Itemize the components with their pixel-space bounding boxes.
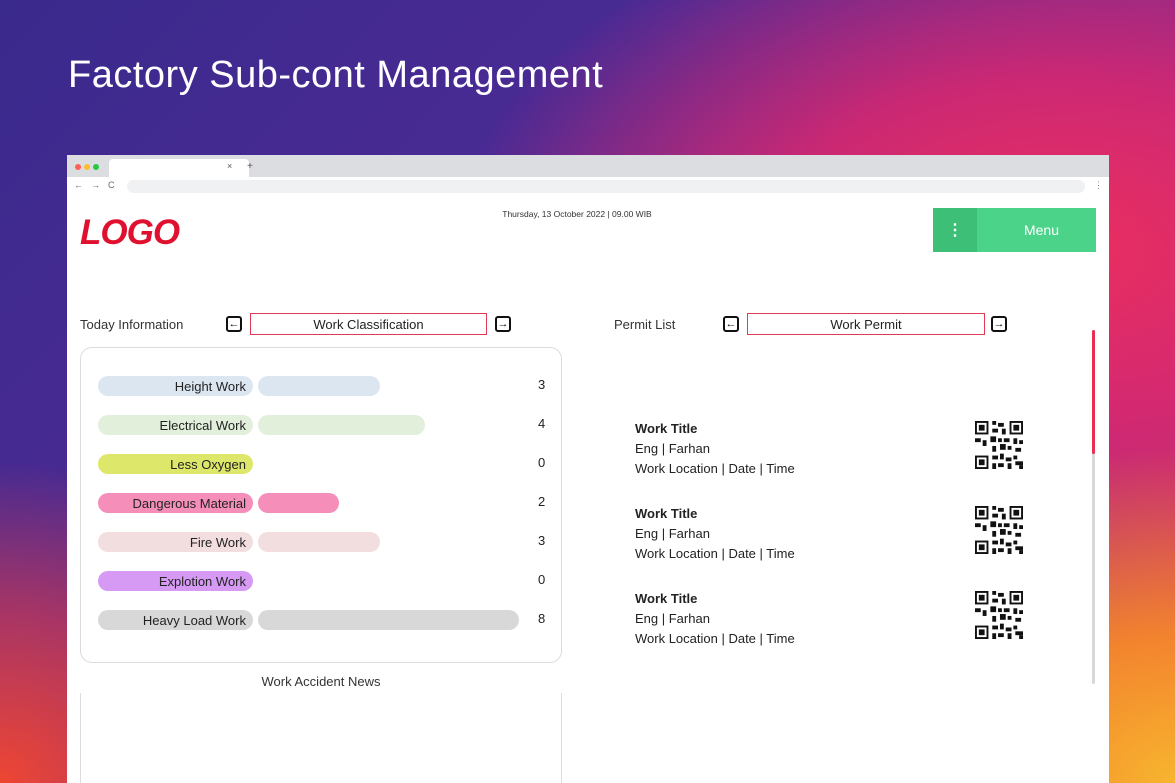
category-label: Less Oxygen — [98, 454, 253, 474]
category-label: Fire Work — [98, 532, 253, 552]
category-count: 0 — [538, 455, 546, 470]
close-window-dot[interactable] — [75, 164, 81, 170]
category-bar — [258, 532, 380, 552]
list-item: Dangerous Material 2 — [98, 493, 558, 513]
permit-item[interactable]: Work Title Eng | Farhan Work Location | … — [635, 421, 995, 481]
permit-meta: Work Location | Date | Time — [635, 461, 795, 476]
category-label: Heavy Load Work — [98, 610, 253, 630]
category-bar — [258, 415, 425, 435]
permit-list-label: Permit List — [614, 317, 676, 332]
permit-engineer: Eng | Farhan — [635, 441, 710, 456]
list-item: Heavy Load Work 8 — [98, 610, 558, 630]
tab-close-icon[interactable]: × — [227, 161, 232, 171]
list-item: Fire Work 3 — [98, 532, 558, 552]
back-icon[interactable]: ← — [74, 180, 83, 190]
window-controls[interactable] — [75, 164, 99, 170]
list-item: Explotion Work 0 — [98, 571, 558, 591]
permit-meta: Work Location | Date | Time — [635, 546, 795, 561]
classification-selector[interactable]: Work Classification — [250, 313, 487, 335]
current-datetime: Thursday, 13 October 2022 | 09.00 WIB — [502, 209, 652, 219]
permit-meta: Work Location | Date | Time — [635, 631, 795, 646]
permit-engineer: Eng | Farhan — [635, 611, 710, 626]
reload-icon[interactable]: C — [108, 180, 115, 190]
browser-more-icon[interactable]: ⋮ — [1094, 180, 1103, 191]
menu-label: Menu — [1023, 222, 1060, 238]
permit-title: Work Title — [635, 506, 698, 521]
classification-next-icon[interactable]: → — [495, 316, 511, 332]
maximize-window-dot[interactable] — [93, 164, 99, 170]
minimize-window-dot[interactable] — [84, 164, 90, 170]
permit-item[interactable]: Work Title Eng | Farhan Work Location | … — [635, 591, 995, 651]
menu-button[interactable]: ⋮ Menu — [933, 208, 1096, 252]
browser-tab-bar: × + — [67, 155, 1109, 177]
permit-selector[interactable]: Work Permit — [747, 313, 985, 335]
new-tab-icon[interactable]: + — [247, 161, 253, 172]
permit-prev-icon[interactable]: ← — [723, 316, 739, 332]
today-information-label: Today Information — [80, 317, 184, 332]
list-item: Electrical Work 4 — [98, 415, 558, 435]
qr-code-icon[interactable] — [975, 506, 1023, 554]
work-accident-news-panel — [80, 693, 562, 783]
permit-engineer: Eng | Farhan — [635, 526, 710, 541]
forward-icon[interactable]: → — [91, 180, 100, 190]
qr-code-icon[interactable] — [975, 421, 1023, 469]
permit-item[interactable]: Work Title Eng | Farhan Work Location | … — [635, 506, 995, 566]
list-item: Height Work 3 — [98, 376, 558, 396]
category-bar — [258, 610, 519, 630]
category-bar — [258, 376, 380, 396]
category-label: Dangerous Material — [98, 493, 253, 513]
category-count: 3 — [538, 533, 546, 548]
category-label: Explotion Work — [98, 571, 253, 591]
url-input[interactable] — [127, 180, 1085, 193]
browser-window: × + ← → C ⋮ LOGO Thursday, 13 October 20… — [67, 155, 1109, 783]
permit-next-icon[interactable]: → — [991, 316, 1007, 332]
work-classification-card: Height Work 3 Electrical Work 4 Less Oxy… — [80, 347, 562, 663]
logo: LOGO — [80, 213, 180, 252]
category-bar — [258, 493, 339, 513]
category-count: 8 — [538, 611, 546, 626]
classification-prev-icon[interactable]: ← — [226, 316, 242, 332]
category-count: 4 — [538, 416, 546, 431]
category-label: Height Work — [98, 376, 253, 396]
list-item: Less Oxygen 0 — [98, 454, 558, 474]
category-label: Electrical Work — [98, 415, 253, 435]
work-accident-news-title: Work Accident News — [261, 674, 381, 689]
permit-title: Work Title — [635, 591, 698, 606]
category-count: 2 — [538, 494, 546, 509]
page-headline: Factory Sub-cont Management — [68, 54, 604, 96]
qr-code-icon[interactable] — [975, 591, 1023, 639]
permit-scrollbar-thumb[interactable] — [1092, 330, 1095, 454]
category-count: 0 — [538, 572, 546, 587]
category-count: 3 — [538, 377, 546, 392]
permit-title: Work Title — [635, 421, 698, 436]
kebab-menu-icon[interactable]: ⋮ — [933, 208, 977, 252]
address-bar: ← → C ⋮ — [67, 177, 1109, 195]
